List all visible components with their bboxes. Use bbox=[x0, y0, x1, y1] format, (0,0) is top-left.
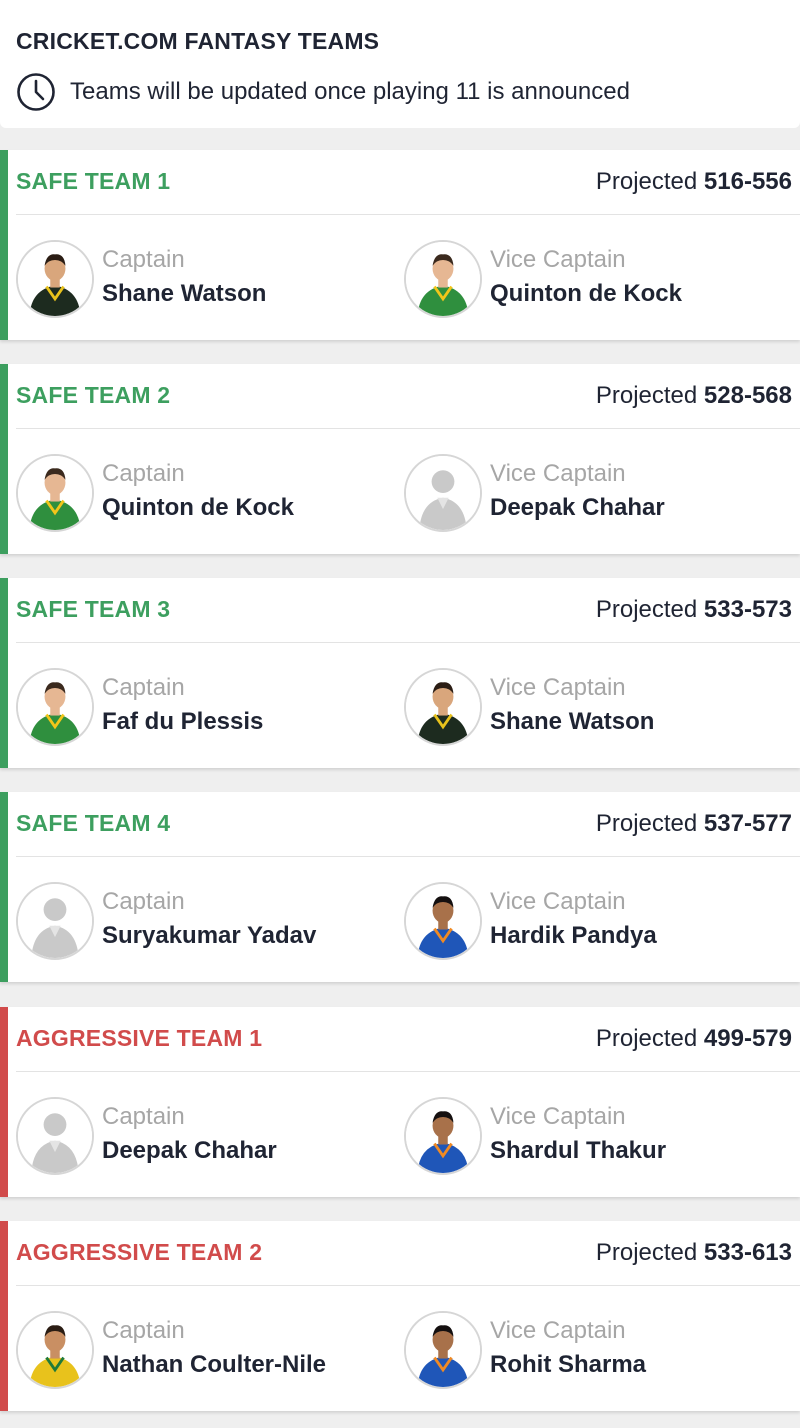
team-type-stripe bbox=[0, 578, 8, 768]
vice-captain-label: Vice Captain bbox=[490, 1103, 626, 1130]
captain-label: Captain bbox=[102, 1317, 185, 1344]
vice-captain-name: Shardul Thakur bbox=[490, 1137, 667, 1164]
vice-captain-slot[interactable]: Vice Captain Shane Watson bbox=[404, 668, 794, 746]
team-title: SAFE TEAM 3 bbox=[16, 596, 171, 622]
vice-captain-name: Shane Watson bbox=[490, 708, 655, 735]
card-divider bbox=[16, 1285, 800, 1286]
vice-captain-slot[interactable]: Vice Captain Hardik Pandya bbox=[404, 882, 794, 960]
team-type-stripe bbox=[0, 364, 8, 554]
projected-score: Projected 537-577 bbox=[596, 810, 792, 838]
projected-label: Projected bbox=[595, 810, 698, 837]
projected-range: 533-573 bbox=[703, 596, 792, 623]
team-card[interactable]: SAFE TEAM 1 Projected 516-556 Captain Shane… bbox=[0, 150, 800, 340]
vice-captain-name: Quinton de Kock bbox=[490, 280, 682, 307]
page-header: CRICKET.COM FANTASY TEAMS Teams will be … bbox=[0, 0, 800, 128]
card-divider bbox=[16, 642, 800, 643]
team-card[interactable]: SAFE TEAM 4 Projected 537-577 Captain Surya… bbox=[0, 792, 800, 982]
projected-score: Projected 516-556 bbox=[596, 168, 792, 196]
captain-name: Shane Watson bbox=[102, 280, 267, 307]
player-avatar bbox=[16, 454, 94, 532]
player-avatar bbox=[16, 240, 94, 318]
player-avatar bbox=[16, 668, 94, 746]
projected-label: Projected bbox=[595, 1239, 698, 1266]
projected-range: 499-579 bbox=[703, 1025, 792, 1052]
vice-captain-label: Vice Captain bbox=[490, 1317, 626, 1344]
projected-label: Projected bbox=[595, 382, 698, 409]
card-divider bbox=[16, 856, 800, 857]
vice-captain-name: Hardik Pandya bbox=[490, 922, 657, 949]
page-title: CRICKET.COM FANTASY TEAMS bbox=[16, 28, 380, 54]
vice-captain-name: Deepak Chahar bbox=[490, 494, 665, 521]
player-avatar bbox=[16, 1311, 94, 1389]
card-divider bbox=[16, 214, 800, 215]
player-avatar bbox=[16, 1097, 94, 1175]
player-avatar bbox=[404, 882, 482, 960]
projected-score: Projected 533-573 bbox=[596, 596, 792, 624]
captain-label: Captain bbox=[102, 674, 185, 701]
captain-label: Captain bbox=[102, 460, 185, 487]
vice-captain-slot[interactable]: Vice Captain Shardul Thakur bbox=[404, 1097, 794, 1175]
team-card[interactable]: SAFE TEAM 3 Projected 533-573 Captain Faf d… bbox=[0, 578, 800, 768]
team-title: SAFE TEAM 2 bbox=[16, 382, 171, 408]
captain-name: Deepak Chahar bbox=[102, 1137, 277, 1164]
team-title: AGGRESSIVE TEAM 1 bbox=[16, 1025, 263, 1051]
projected-label: Projected bbox=[595, 596, 698, 623]
team-type-stripe bbox=[0, 1221, 8, 1411]
captain-name: Nathan Coulter-Nile bbox=[102, 1351, 327, 1378]
projected-range: 528-568 bbox=[703, 382, 792, 409]
player-avatar bbox=[404, 240, 482, 318]
projected-score: Projected 533-613 bbox=[596, 1239, 792, 1267]
card-divider bbox=[16, 428, 800, 429]
captain-name: Faf du Plessis bbox=[102, 708, 264, 735]
team-card[interactable]: SAFE TEAM 2 Projected 528-568 Captain Quint… bbox=[0, 364, 800, 554]
team-type-stripe bbox=[0, 792, 8, 982]
captain-slot[interactable]: Captain Suryakumar Yadav bbox=[16, 882, 396, 960]
vice-captain-label: Vice Captain bbox=[490, 246, 626, 273]
player-avatar bbox=[404, 454, 482, 532]
captain-name: Suryakumar Yadav bbox=[102, 922, 317, 949]
vice-captain-slot[interactable]: Vice Captain Rohit Sharma bbox=[404, 1311, 794, 1389]
vice-captain-label: Vice Captain bbox=[490, 674, 626, 701]
projected-label: Projected bbox=[595, 168, 698, 195]
vice-captain-slot[interactable]: Vice Captain Deepak Chahar bbox=[404, 454, 794, 532]
team-card[interactable]: AGGRESSIVE TEAM 2 Projected 533-613 Captai… bbox=[0, 1221, 800, 1411]
vice-captain-slot[interactable]: Vice Captain Quinton de Kock bbox=[404, 240, 794, 318]
captain-label: Captain bbox=[102, 888, 185, 915]
captain-slot[interactable]: Captain Nathan Coulter-Nile bbox=[16, 1311, 396, 1389]
vice-captain-label: Vice Captain bbox=[490, 888, 626, 915]
projected-range: 537-577 bbox=[703, 810, 792, 837]
captain-slot[interactable]: Captain Deepak Chahar bbox=[16, 1097, 396, 1175]
team-card[interactable]: AGGRESSIVE TEAM 1 Projected 499-579 Captai… bbox=[0, 1007, 800, 1197]
projected-label: Projected bbox=[595, 1025, 698, 1052]
team-type-stripe bbox=[0, 150, 8, 340]
player-avatar bbox=[404, 1311, 482, 1389]
update-notice-text: Teams will be updated once playing 11 is… bbox=[70, 78, 630, 105]
projected-range: 533-613 bbox=[703, 1239, 792, 1266]
player-avatar bbox=[404, 1097, 482, 1175]
team-title: SAFE TEAM 1 bbox=[16, 168, 171, 194]
captain-name: Quinton de Kock bbox=[102, 494, 294, 521]
team-title: AGGRESSIVE TEAM 2 bbox=[16, 1239, 263, 1265]
team-title: SAFE TEAM 4 bbox=[16, 810, 171, 836]
captain-label: Captain bbox=[102, 246, 185, 273]
team-type-stripe bbox=[0, 1007, 8, 1197]
vice-captain-label: Vice Captain bbox=[490, 460, 626, 487]
projected-score: Projected 528-568 bbox=[596, 382, 792, 410]
captain-slot[interactable]: Captain Shane Watson bbox=[16, 240, 396, 318]
captain-slot[interactable]: Captain Faf du Plessis bbox=[16, 668, 396, 746]
projected-score: Projected 499-579 bbox=[596, 1025, 792, 1053]
projected-range: 516-556 bbox=[703, 168, 792, 195]
vice-captain-name: Rohit Sharma bbox=[490, 1351, 647, 1378]
captain-label: Captain bbox=[102, 1103, 185, 1130]
player-avatar bbox=[404, 668, 482, 746]
captain-slot[interactable]: Captain Quinton de Kock bbox=[16, 454, 396, 532]
card-divider bbox=[16, 1071, 800, 1072]
player-avatar bbox=[16, 882, 94, 960]
update-notice: Teams will be updated once playing 11 is… bbox=[16, 72, 630, 112]
clock-icon bbox=[16, 72, 56, 112]
